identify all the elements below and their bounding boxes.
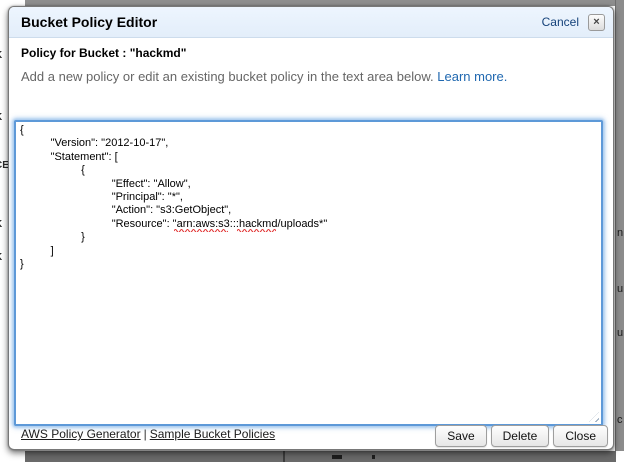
aws-policy-generator-link[interactable]: AWS Policy Generator [21,427,141,441]
background-right-strip: n u u c [615,0,624,462]
background-text-fragment: K [0,50,2,61]
screen: K K CE K K n u u c Bucket Policy Editor … [0,0,624,462]
background-text-fragment: K [0,252,2,263]
policy-editor-area: { "Version": "2012-10-17", "Statement": … [14,120,603,426]
background-left-strip: K K CE K K [0,0,8,462]
background-table-divider [283,451,285,462]
policy-text-input[interactable]: { "Version": "2012-10-17", "Statement": … [14,120,603,426]
dialog-description: Add a new policy or edit an existing buc… [21,69,601,84]
cancel-link[interactable]: Cancel [542,15,579,29]
close-icon[interactable]: × [588,14,605,31]
background-text-fragment: c [617,414,623,426]
dialog-header: Bucket Policy Editor Cancel × [9,7,613,38]
policy-for-bucket-label: Policy for Bucket : "hackmd" [21,46,601,60]
background-text-fragment [372,455,375,459]
bucket-policy-editor-dialog: Bucket Policy Editor Cancel × Policy for… [8,6,614,450]
learn-more-link[interactable]: Learn more. [437,69,507,84]
background-bottom-band [25,451,616,462]
description-text: Add a new policy or edit an existing buc… [21,69,434,84]
link-separator: | [144,427,147,441]
delete-button[interactable]: Delete [491,425,550,447]
footer-links: AWS Policy Generator|Sample Bucket Polic… [21,427,275,441]
background-bottom-strip [0,451,624,462]
dialog-title: Bucket Policy Editor [21,14,542,30]
footer-buttons: Save Delete Close [435,425,608,447]
background-text-fragment: u [617,283,623,295]
background-text-fragment: K [0,219,2,230]
sample-bucket-policies-link[interactable]: Sample Bucket Policies [150,427,275,441]
background-text-fragment: u [617,327,623,339]
background-text-fragment: n [617,227,623,239]
save-button[interactable]: Save [435,425,486,447]
background-text-fragment: K [0,112,2,123]
close-button[interactable]: Close [553,425,608,447]
background-text-fragment [332,455,342,459]
